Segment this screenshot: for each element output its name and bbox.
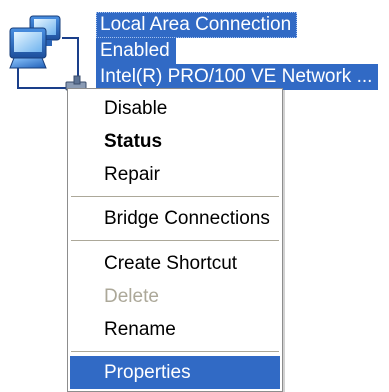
connection-label[interactable]: Local Area Connection Enabled Intel(R) P… <box>96 12 389 90</box>
menu-item-properties[interactable]: Properties <box>70 356 280 389</box>
menu-item-rename[interactable]: Rename <box>70 313 280 346</box>
context-menu: Disable Status Repair Bridge Connections… <box>67 88 283 392</box>
connection-device: Intel(R) PRO/100 VE Network ... <box>96 64 379 90</box>
connection-name: Local Area Connection <box>96 12 298 38</box>
menu-item-delete[interactable]: Delete <box>70 280 280 313</box>
network-connection-icon[interactable] <box>4 8 94 98</box>
desktop-area: Local Area Connection Enabled Intel(R) P… <box>0 0 389 392</box>
connection-status: Enabled <box>96 38 176 64</box>
menu-item-disable[interactable]: Disable <box>70 92 280 125</box>
menu-item-bridge-connections[interactable]: Bridge Connections <box>70 202 280 235</box>
menu-item-repair[interactable]: Repair <box>70 158 280 191</box>
menu-separator <box>71 240 279 241</box>
network-connection-icon-graphic <box>9 15 87 91</box>
menu-separator <box>71 351 279 352</box>
menu-item-status[interactable]: Status <box>70 125 280 158</box>
menu-item-create-shortcut[interactable]: Create Shortcut <box>70 247 280 280</box>
menu-separator <box>71 196 279 197</box>
